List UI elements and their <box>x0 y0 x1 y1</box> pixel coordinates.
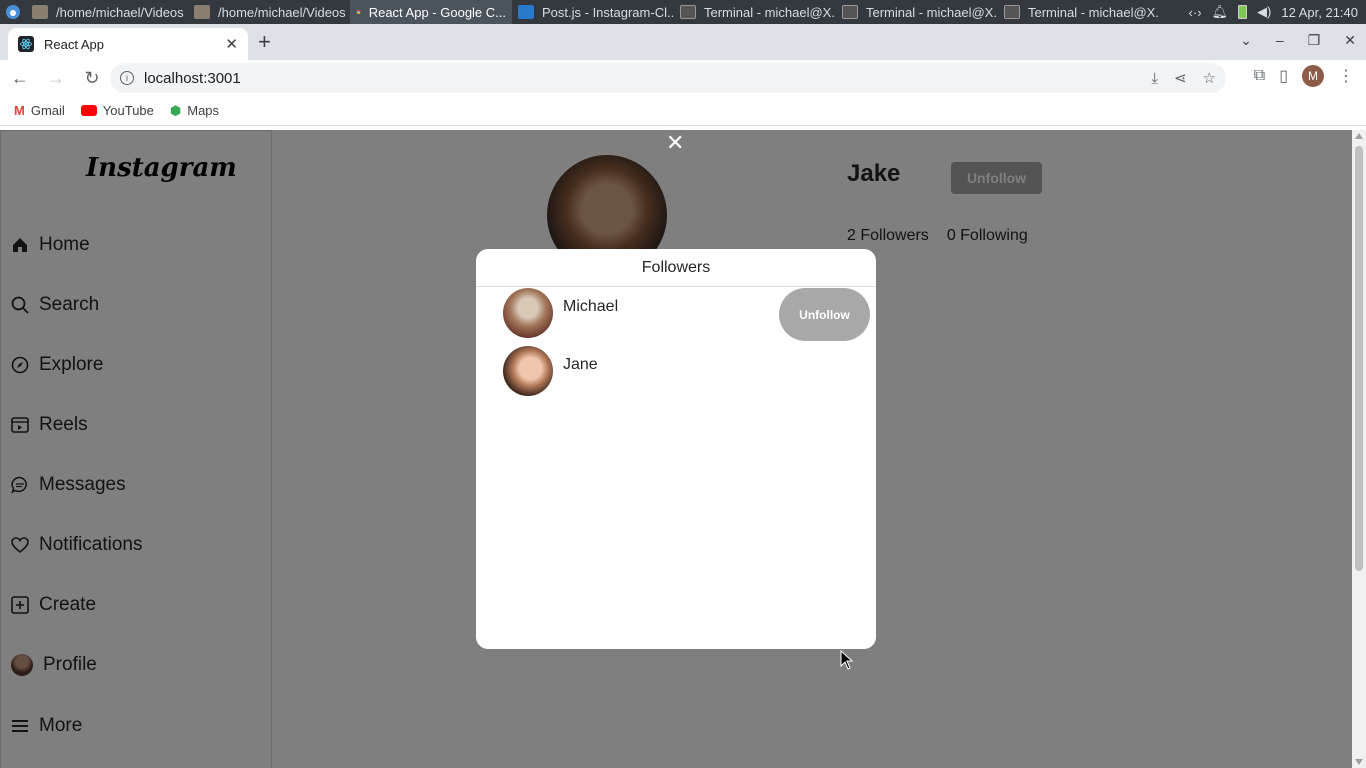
forward-icon[interactable]: → <box>40 62 72 94</box>
network-icon[interactable]: ‹·› <box>1189 5 1202 20</box>
taskbar-item-terminal-1[interactable]: Terminal - michael@X... <box>674 0 836 24</box>
modal-title: Followers <box>476 249 876 287</box>
extensions-icon[interactable]: ⧉ <box>1254 67 1265 85</box>
browser-toolbar: ← → ↻ i localhost:3001 ⤓ ⋖ ☆ ⧉ ▯ M ⋮ <box>0 60 1366 96</box>
folder-icon <box>194 5 210 19</box>
mouse-cursor-icon <box>840 650 854 670</box>
modal-close-icon[interactable]: ✕ <box>666 130 684 156</box>
follower-avatar[interactable] <box>503 346 553 396</box>
back-icon[interactable]: ← <box>4 62 36 94</box>
follower-avatar[interactable] <box>503 288 553 338</box>
address-bar[interactable]: i localhost:3001 ⤓ ⋖ ☆ <box>110 63 1226 93</box>
volume-icon[interactable]: ◀︎) <box>1257 4 1271 20</box>
url-text[interactable]: localhost:3001 <box>144 70 241 87</box>
bookmarks-bar: M Gmail YouTube ⬢ Maps <box>0 96 1366 126</box>
taskbar-item-terminal-2[interactable]: Terminal - michael@X... <box>836 0 998 24</box>
terminal-icon <box>680 5 696 19</box>
tab-search-icon[interactable]: ⌄ <box>1240 32 1252 49</box>
minimize-icon[interactable]: – <box>1276 32 1284 49</box>
site-info-icon[interactable]: i <box>120 71 134 85</box>
folder-icon <box>32 5 48 19</box>
maximize-icon[interactable]: ❐ <box>1308 32 1321 49</box>
page-viewport: Instagram Home Search Explore Reels Mess… <box>0 130 1366 768</box>
start-menu-button[interactable] <box>0 0 26 24</box>
share-icon[interactable]: ⋖ <box>1174 69 1187 87</box>
terminal-icon <box>1004 5 1020 19</box>
vscode-icon <box>518 5 534 19</box>
maps-icon: ⬢ <box>169 102 182 118</box>
toolbar-right: ⧉ ▯ M ⋮ <box>1254 65 1354 87</box>
follower-row-jane[interactable]: Jane <box>503 346 598 396</box>
youtube-icon <box>80 105 97 116</box>
window-controls: ⌄ – ❐ ✕ <box>1240 32 1356 49</box>
scroll-up-arrow-icon[interactable] <box>1355 133 1363 139</box>
install-app-icon[interactable]: ⤓ <box>1151 70 1158 87</box>
chrome-icon <box>356 9 361 15</box>
taskbar-item-videos-2[interactable]: /home/michael/Videos <box>188 0 350 24</box>
address-bar-actions: ⤓ ⋖ ☆ <box>1151 69 1226 88</box>
bookmark-star-icon[interactable]: ☆ <box>1203 69 1216 87</box>
side-panel-icon[interactable]: ▯ <box>1279 66 1288 86</box>
system-tray: ‹·› 🔔︎ ◀︎) 12 Apr, 21:40 <box>1189 4 1366 20</box>
scrollbar-thumb[interactable] <box>1355 146 1363 571</box>
scroll-down-arrow-icon[interactable] <box>1355 759 1363 765</box>
battery-icon[interactable] <box>1238 5 1248 19</box>
bookmark-gmail[interactable]: M Gmail <box>14 103 65 118</box>
followers-modal: Followers Michael Unfollow Jane <box>476 249 876 649</box>
terminal-icon <box>842 5 858 19</box>
tab-close-icon[interactable]: ✕ <box>225 35 238 53</box>
reload-icon[interactable]: ↻ <box>76 62 108 94</box>
page-scrollbar[interactable] <box>1352 130 1366 768</box>
bookmark-youtube[interactable]: YouTube <box>80 103 154 118</box>
follower-name[interactable]: Jane <box>563 356 598 374</box>
window-close-icon[interactable]: ✕ <box>1344 32 1356 49</box>
new-tab-button[interactable]: + <box>258 31 271 53</box>
notification-bell-icon[interactable]: 🔔︎ <box>1212 4 1229 20</box>
browser-menu-icon[interactable]: ⋮ <box>1338 66 1354 86</box>
xfce-logo-icon <box>6 5 20 19</box>
bookmark-maps[interactable]: ⬢ Maps <box>170 103 219 119</box>
follower-name[interactable]: Michael <box>563 298 618 316</box>
browser-tab-react-app[interactable]: React App ✕ <box>8 28 248 60</box>
taskbar-item-videos-1[interactable]: /home/michael/Videos <box>26 0 188 24</box>
clock[interactable]: 12 Apr, 21:40 <box>1281 5 1358 20</box>
browser-tab-strip: React App ✕ + ⌄ – ❐ ✕ <box>0 24 1366 60</box>
follower-row-michael[interactable]: Michael <box>503 288 618 338</box>
gmail-icon: M <box>14 103 25 118</box>
os-taskbar: /home/michael/Videos /home/michael/Video… <box>0 0 1366 24</box>
react-favicon-icon <box>18 36 34 52</box>
tab-title: React App <box>44 36 104 52</box>
taskbar-item-vscode[interactable]: Post.js - Instagram-Cl... <box>512 0 674 24</box>
taskbar-item-chrome[interactable]: React App - Google C... <box>350 0 512 24</box>
follower-unfollow-button[interactable]: Unfollow <box>779 288 870 341</box>
taskbar-item-terminal-3[interactable]: Terminal - michael@X... <box>998 0 1160 24</box>
profile-avatar[interactable]: M <box>1302 65 1324 87</box>
